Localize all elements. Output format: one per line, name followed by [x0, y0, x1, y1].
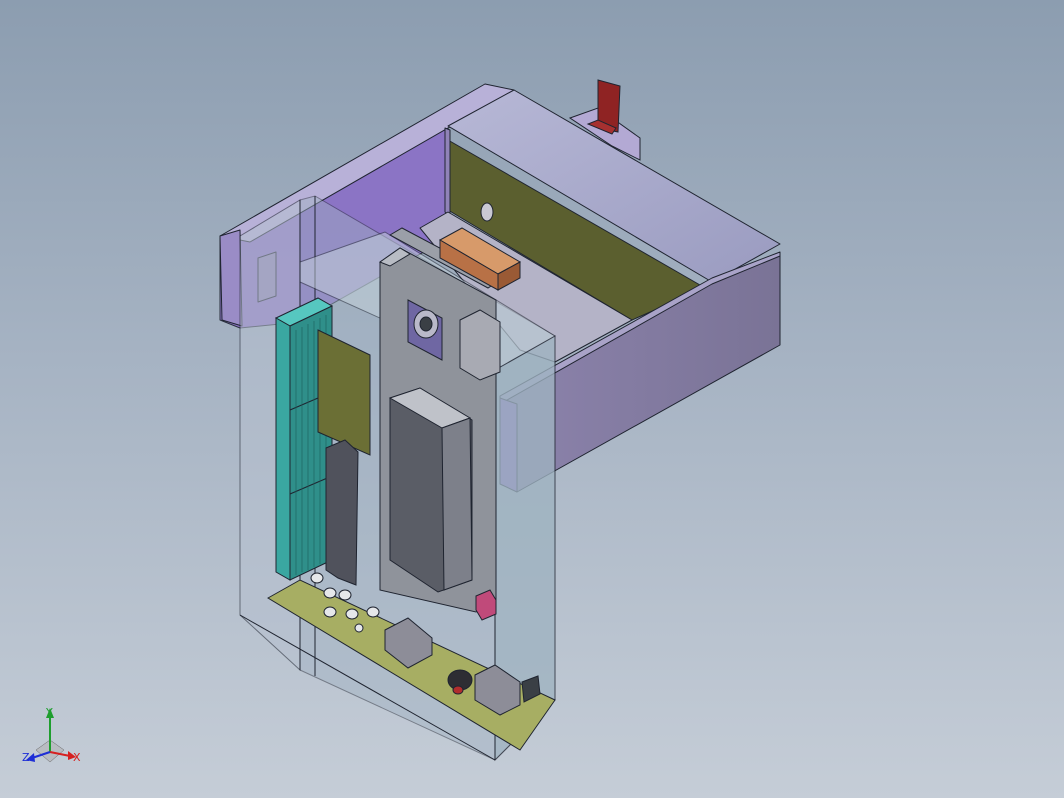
triad-x-label: X — [73, 751, 81, 764]
triad-y-label: Y — [45, 706, 53, 719]
view-triad[interactable]: Y X Z — [22, 706, 81, 764]
triad-z-label: Z — [22, 751, 30, 764]
back-wall-hole — [480, 202, 494, 222]
housing-inner-edge — [444, 127, 451, 216]
power-supply[interactable] — [388, 387, 473, 593]
cad-viewport[interactable]: Y X Z — [0, 0, 1064, 798]
rail-module[interactable] — [325, 439, 359, 586]
housing-left-end — [219, 229, 243, 327]
cad-model-view[interactable]: Y X Z — [0, 0, 1064, 798]
